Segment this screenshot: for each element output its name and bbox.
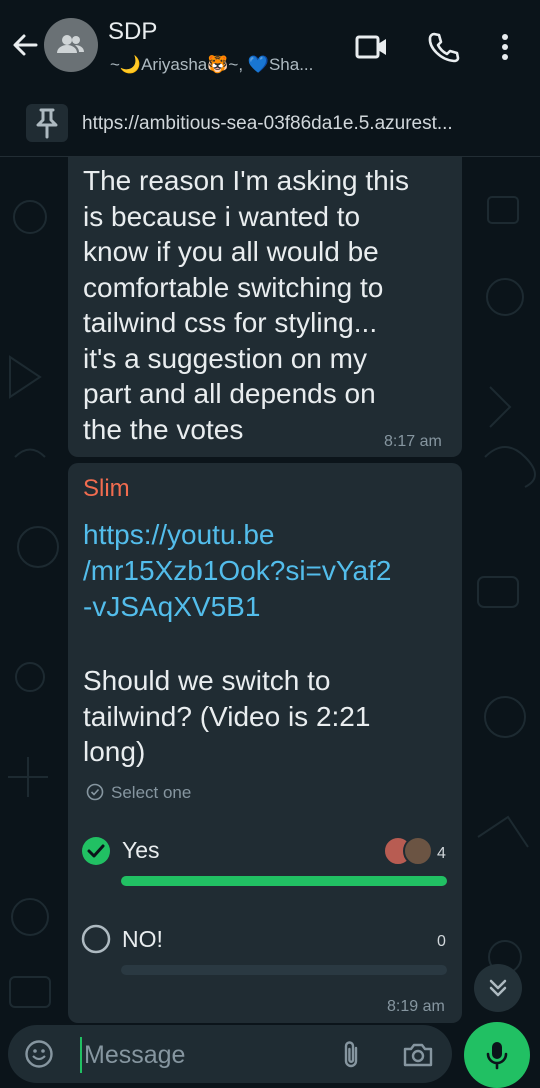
chat-subtitle[interactable]: ~🌙Ariyasha🐯~, 💙Sha... [110,55,313,75]
poll-question-line: tailwind? (Video is 2:21 [83,700,371,732]
pin-icon [26,104,68,142]
message-line: comfortable switching to [83,271,384,303]
message-time: 8:17 am [384,433,442,450]
poll-unchecked-icon[interactable] [81,924,111,959]
message-line: The reason I'm asking this [83,165,409,196]
microphone-button[interactable] [464,1022,530,1088]
poll-vote-count: 4 [437,845,446,862]
poll-checked-icon[interactable] [81,836,111,871]
link-line[interactable]: -vJSAqXV5B1 [83,589,453,625]
back-arrow-icon[interactable] [8,28,42,62]
double-chevron-down-icon [489,979,507,997]
more-options-icon[interactable] [490,30,520,64]
chat-header: SDP ~🌙Ariyasha🐯~, 💙Sha... [0,0,540,92]
pinned-message-bar[interactable]: https://ambitious-sea-03f86da1e.5.azures… [0,92,540,157]
youtube-link[interactable]: https://youtu.be /mr15Xzb1Ook?si=vYaf2 -… [83,517,453,625]
video-call-icon[interactable] [354,30,390,64]
message-time: 8:19 am [387,998,445,1015]
voter-avatar [403,836,433,866]
message-line: is because i wanted to [83,200,361,232]
group-avatar[interactable] [44,18,98,72]
emoji-icon[interactable] [24,1039,54,1074]
message-line: part and all depends on [83,378,376,409]
poll-option-no[interactable]: NO! [122,926,163,953]
link-line[interactable]: https://youtu.be [83,517,453,553]
pinned-url[interactable]: https://ambitious-sea-03f86da1e.5.azures… [82,113,453,135]
attach-icon[interactable] [338,1039,366,1076]
select-one-icon [86,783,104,806]
message-line: the the votes [83,413,244,445]
message-line: tailwind css for styling... [83,307,378,338]
message-line: it's a suggestion on my [83,342,367,374]
poll-question-line: long) [83,736,146,767]
poll-question-line: Should we switch to [83,665,331,696]
voter-avatars[interactable] [383,836,433,866]
message-composer [8,1025,452,1083]
poll-question: Should we switch to tailwind? (Video is … [83,663,453,770]
message-text: The reason I'm asking this is because i … [83,163,409,447]
microphone-icon [486,1042,508,1070]
voice-call-icon[interactable] [425,30,461,64]
poll-progress-bar [121,965,447,975]
scroll-to-bottom-button[interactable] [474,964,522,1012]
group-icon [57,35,84,53]
camera-icon[interactable] [402,1041,434,1074]
message-bubble[interactable]: The reason I'm asking this is because i … [68,157,462,457]
sender-name[interactable]: Slim [83,475,130,503]
poll-vote-count: 0 [437,933,446,950]
message-input[interactable] [80,1037,336,1073]
link-line[interactable]: /mr15Xzb1Ook?si=vYaf2 [83,553,453,589]
chat-title[interactable]: SDP [108,18,157,46]
poll-progress-fill [121,876,447,886]
chat-area[interactable]: The reason I'm asking this is because i … [0,157,540,1027]
poll-option-yes[interactable]: Yes [122,837,160,864]
poll-progress-bar [121,876,447,886]
message-line: know if you all would be [83,236,379,267]
poll-select-one-label: Select one [111,783,192,802]
